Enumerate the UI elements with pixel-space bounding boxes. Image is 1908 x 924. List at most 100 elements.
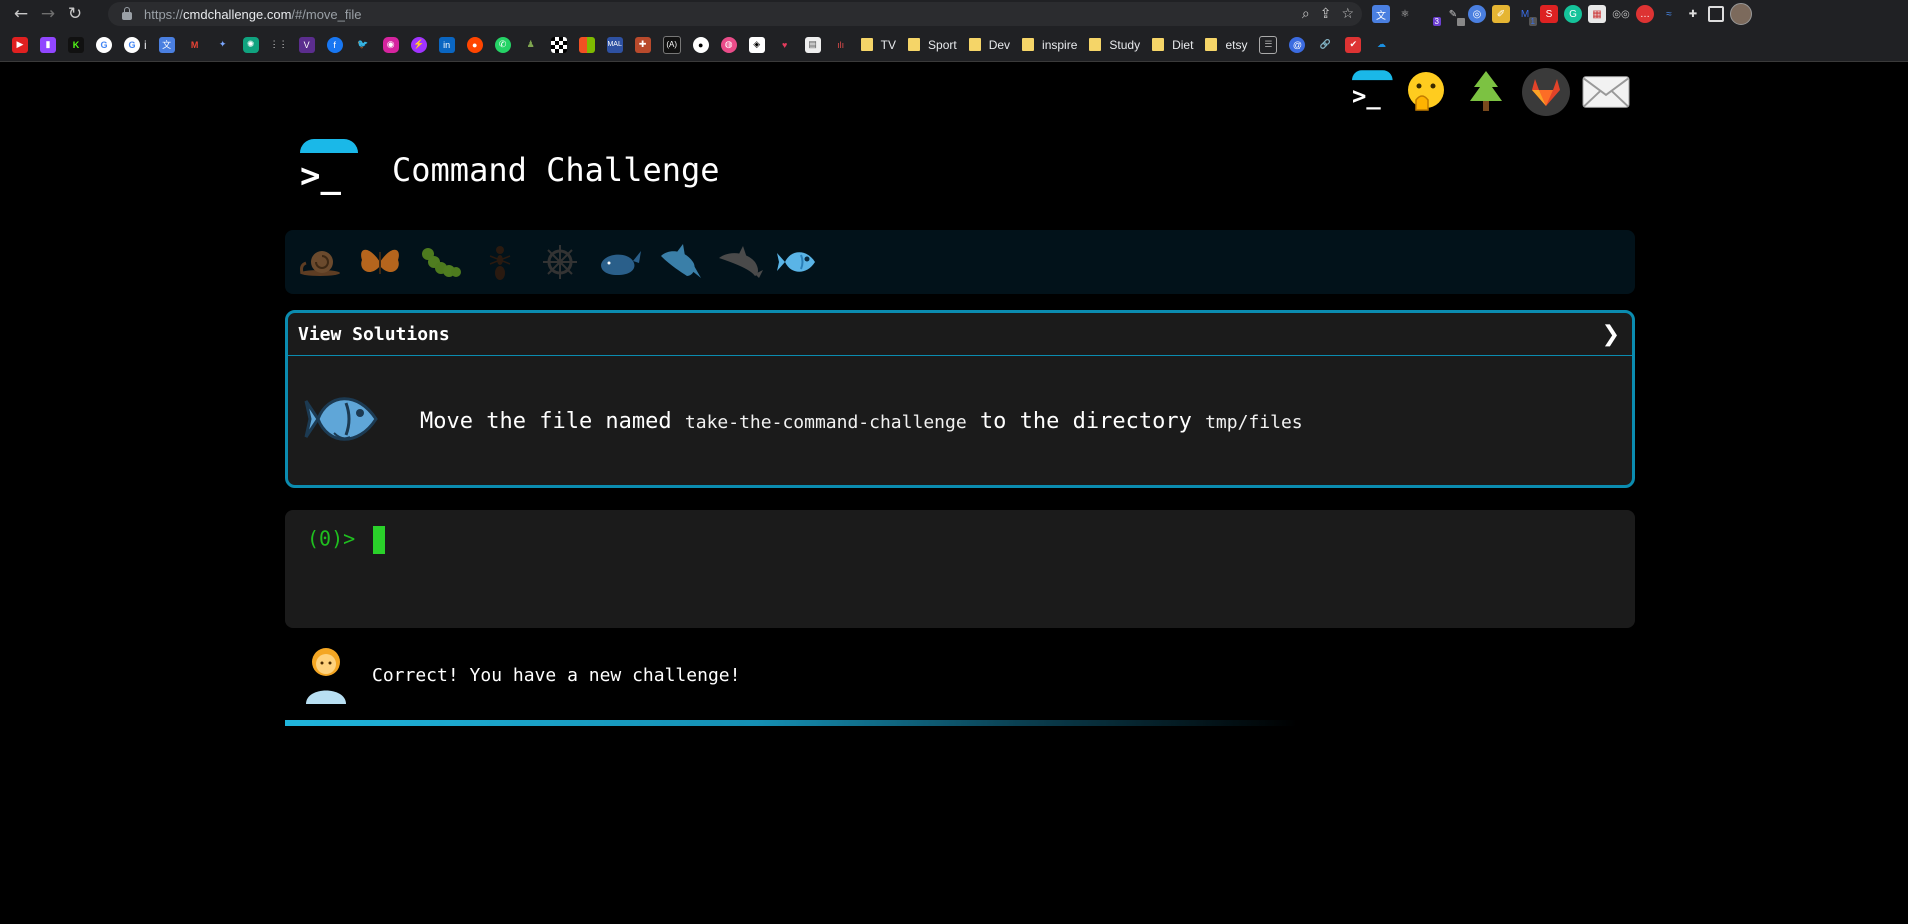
bookmark-vivaldi[interactable]: ✔ [1345, 36, 1362, 53]
forward-arrow-icon[interactable]: → [35, 2, 61, 26]
bookmark-messenger[interactable]: ⚡ [410, 36, 427, 53]
envelope-icon[interactable] [1582, 66, 1630, 118]
terminal-input[interactable]: (0)> [285, 510, 1635, 628]
v-icon: V [298, 36, 315, 53]
share-icon[interactable]: ⇪ [1320, 6, 1332, 22]
bookmark-star-icon[interactable]: ☆ [1341, 6, 1354, 22]
caterpillar-icon[interactable] [415, 237, 465, 287]
react-devtools-icon[interactable]: ⚛ [1396, 5, 1414, 23]
fish-icon [304, 387, 386, 455]
folder-icon [1205, 38, 1218, 51]
bookmark-translate[interactable]: 文 [158, 36, 175, 53]
calendar-extension-icon[interactable]: ▦ [1588, 5, 1606, 23]
bookmark-whatsapp[interactable]: ✆ [494, 36, 511, 53]
google-icon: G [96, 36, 112, 53]
chat-extension-icon[interactable]: … [1636, 5, 1654, 23]
glasses-extension-icon[interactable]: ◎◎ [1612, 5, 1630, 23]
bookmark-dribbble[interactable]: ◍ [720, 36, 737, 53]
at-sign-icon: @ [1289, 36, 1306, 53]
feedback-message: Correct! You have a new challenge! [300, 642, 740, 708]
bookmark-v[interactable]: V [298, 36, 315, 53]
cmdchallenge-logo-icon[interactable]: >_ [296, 139, 358, 201]
bookmark-chart[interactable]: ılı [833, 37, 849, 53]
bookmark-google[interactable]: G [96, 36, 112, 53]
bookmark-linkedin[interactable]: in [438, 36, 455, 53]
profile-avatar[interactable] [1730, 3, 1752, 25]
bookmark-cloud[interactable]: ☁ [1373, 37, 1389, 53]
s-extension-icon[interactable]: S [1540, 5, 1558, 23]
bookmark-instagram[interactable]: ◉ [382, 36, 399, 53]
notes-extension-icon[interactable]: ✐ [1492, 5, 1510, 23]
github-icon: ● [692, 36, 709, 53]
bookmark-heart[interactable]: ♥ [777, 37, 793, 53]
grammarly-icon[interactable]: G [1564, 5, 1582, 23]
fish-icon-active[interactable] [775, 237, 825, 287]
wave-extension-icon[interactable]: ≈ [1660, 5, 1678, 23]
bookmark-doc[interactable]: ▤ [804, 36, 821, 53]
extensions-puzzle-icon[interactable]: ✚ [1684, 5, 1702, 23]
bookmark-folder-inspire[interactable]: inspire [1022, 38, 1077, 52]
chevron-right-icon[interactable]: ❯ [1602, 322, 1620, 347]
extension-icon-badge[interactable]: 3 [1420, 5, 1441, 26]
zoom-icon[interactable]: ⌕ [1302, 6, 1310, 22]
bookmark-reader[interactable]: ☰ [1259, 35, 1278, 54]
bookmark-google-i[interactable]: Gi [124, 36, 147, 53]
bookmark-folder-diet[interactable]: Diet [1152, 38, 1193, 52]
snail-icon[interactable] [295, 237, 345, 287]
face-with-hand-over-mouth-icon[interactable] [1402, 66, 1450, 118]
ant-icon[interactable] [475, 237, 525, 287]
bookmark-folder-sport[interactable]: Sport [908, 38, 957, 52]
bookmark-folder-tv[interactable]: TV [860, 38, 896, 52]
bookmark-github[interactable]: ● [692, 36, 709, 53]
bookmark-apps[interactable]: ⋮⋮ [270, 37, 288, 53]
bookmark-kick[interactable]: K [68, 36, 84, 53]
bookmark-microsoft[interactable] [578, 36, 595, 53]
bookmark-folder-dev[interactable]: Dev [968, 38, 1010, 52]
folder-icon [908, 38, 921, 51]
bookmark-twitter[interactable]: 🐦 [355, 37, 371, 53]
bookmark-folder-study[interactable]: Study [1089, 38, 1140, 52]
view-solutions-label: View Solutions [298, 323, 450, 345]
eyedropper-extension-icon[interactable]: ✎ [1444, 5, 1465, 26]
translate-extension-icon[interactable]: 文 [1372, 5, 1390, 23]
bookmark-link[interactable]: 🔗 [1317, 37, 1333, 53]
bookmark-codepen[interactable]: ◈ [748, 36, 765, 53]
search-extension-icon[interactable]: ◎ [1468, 5, 1486, 23]
bookmark-anthropic[interactable]: (A) [662, 35, 681, 54]
helm-wheel-icon[interactable] [535, 237, 585, 287]
bookmark-youtube[interactable]: ▶ [12, 36, 28, 53]
shark-icon[interactable] [655, 237, 705, 287]
bookmark-mal[interactable]: MAL [606, 36, 623, 53]
gitlab-icon[interactable] [1522, 66, 1570, 118]
feedback-text: Correct! You have a new challenge! [372, 664, 741, 686]
bookmark-folder-etsy[interactable]: etsy [1205, 38, 1247, 52]
instagram-icon: ◉ [382, 36, 399, 53]
whale-icon[interactable] [595, 237, 645, 287]
level-selector [285, 230, 1635, 294]
dolphin-icon[interactable] [715, 237, 765, 287]
bookmark-lichess[interactable] [550, 36, 567, 53]
butterfly-icon[interactable] [355, 237, 405, 287]
address-bar[interactable]: https://cmdchallenge.com/#/move_file ⌕ ⇪… [108, 2, 1362, 26]
back-arrow-icon[interactable]: ← [8, 2, 34, 26]
sparkle-icon: ✦ [218, 39, 227, 49]
cmdchallenge-logo-icon[interactable]: >_ [1342, 66, 1393, 118]
evergreen-tree-icon[interactable] [1462, 66, 1510, 118]
a-icon: (A) [662, 35, 681, 54]
reload-icon[interactable]: ↻ [62, 2, 88, 26]
bookmark-reddit[interactable]: ● [466, 36, 483, 53]
bookmark-gemini[interactable]: ✦ [215, 37, 231, 53]
side-panel-icon[interactable] [1708, 6, 1724, 22]
bookmark-gmail[interactable]: M [187, 37, 203, 53]
messenger-icon: ⚡ [410, 36, 427, 53]
bookmark-chatgpt[interactable]: ✺ [242, 36, 259, 53]
m-extension-icon[interactable]: M1 [1516, 5, 1537, 26]
bookmark-chess[interactable]: ♟ [523, 37, 539, 53]
bookmark-mail[interactable]: @ [1289, 36, 1306, 53]
bookmark-twitch[interactable]: ▮ [40, 36, 56, 53]
bookmark-cambridge[interactable]: ✚ [634, 36, 651, 53]
view-solutions-header[interactable]: View Solutions ❯ [288, 313, 1632, 356]
bookmark-facebook[interactable]: f [326, 36, 343, 53]
heart-icon: ♥ [782, 39, 788, 50]
page-title: Command Challenge [392, 151, 720, 189]
